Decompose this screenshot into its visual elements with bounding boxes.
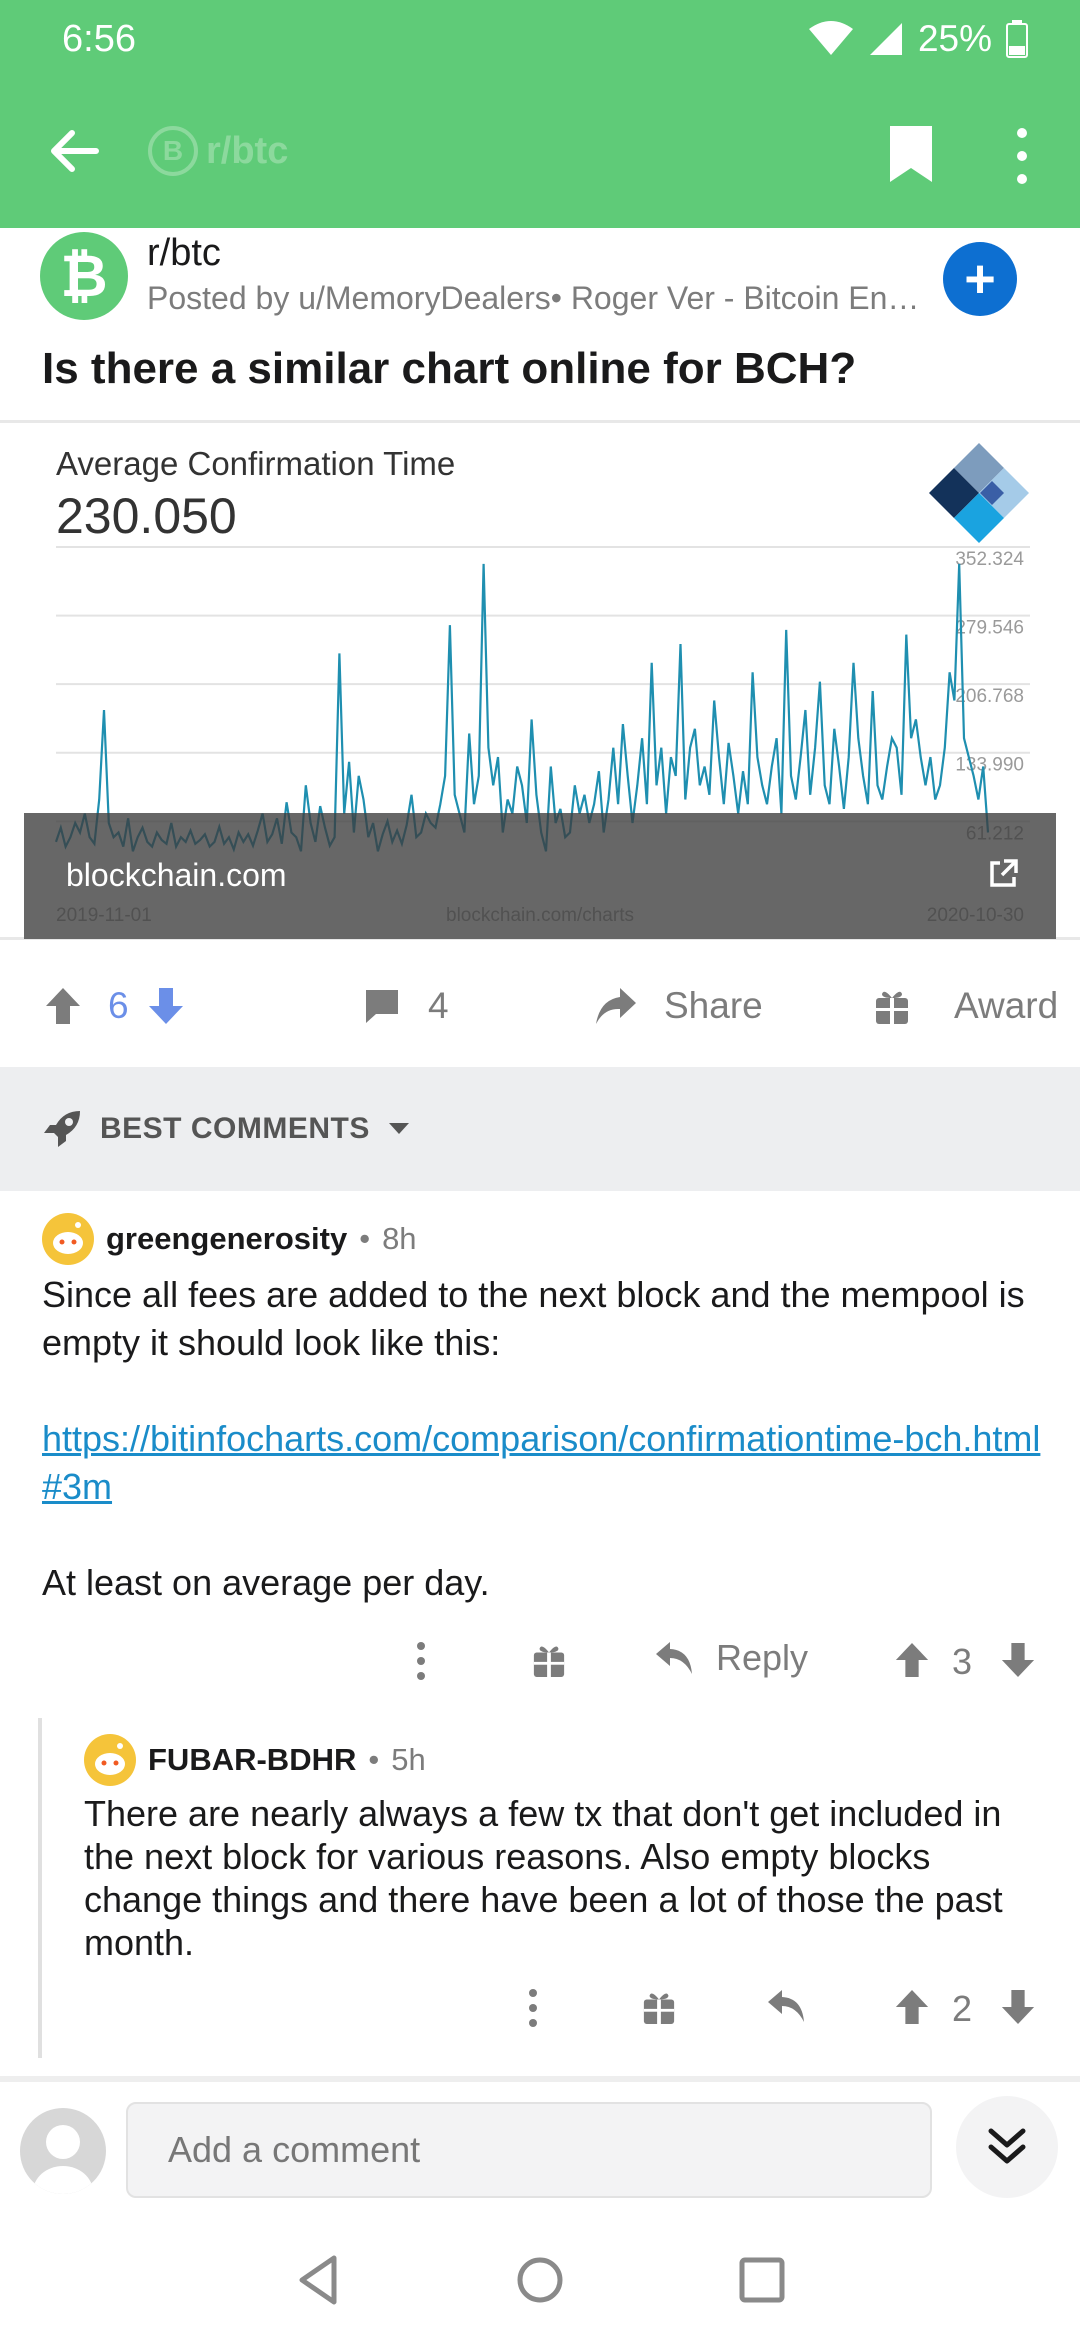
avatar[interactable] <box>42 1213 94 1265</box>
comment-header: FUBAR-BDHR • 5h <box>84 1734 426 1786</box>
comment-compose-bar: Add a comment <box>0 2082 1080 2230</box>
subreddit-icon[interactable]: ₿ <box>40 232 128 320</box>
signal-icon <box>869 23 902 55</box>
comment-score: 2 <box>952 1988 973 2029</box>
comment-actions: 2 <box>60 1980 1080 2040</box>
post-image[interactable]: 61.212133.990206.768279.546352.3242019-1… <box>0 420 1080 940</box>
reply-icon[interactable] <box>766 1988 806 2024</box>
reply-button[interactable]: Reply <box>654 1637 808 1679</box>
comment-time: 5h <box>391 1742 426 1777</box>
jump-next-button[interactable] <box>956 2096 1058 2198</box>
post-score: 6 <box>108 985 129 1026</box>
comment-text: Since all fees are added to the next blo… <box>42 1274 1025 1363</box>
status-time: 6:56 <box>62 18 136 60</box>
chevron-down-icon <box>388 1123 409 1134</box>
comments-button[interactable]: 4 <box>362 985 449 1027</box>
comment-author[interactable]: FUBAR-BDHR <box>148 1742 356 1778</box>
downvote-icon[interactable] <box>1000 1641 1036 1679</box>
comments-count: 4 <box>428 985 449 1026</box>
subreddit-badge-icon: B <box>148 126 198 176</box>
nav-back-icon[interactable] <box>290 2250 350 2310</box>
battery-percent: 25% <box>917 18 992 59</box>
post-actions: 6 4 Share Award <box>0 955 1080 1065</box>
comment-link[interactable]: https://bitinfocharts.com/comparison/con… <box>42 1415 1052 1511</box>
upvote-icon[interactable] <box>894 1641 930 1679</box>
comment-author[interactable]: greengenerosity <box>106 1221 347 1257</box>
chart-tick-label: 206.768 <box>955 686 1024 707</box>
comment: greengenerosity • 8h Since all fees are … <box>0 1191 1080 1711</box>
chart-image: 61.212133.990206.768279.546352.3242019-1… <box>24 423 1056 939</box>
comment-body: Since all fees are added to the next blo… <box>42 1271 1052 1607</box>
comment-header: greengenerosity • 8h <box>42 1213 417 1265</box>
toolbar-subreddit-name: r/btc <box>206 129 289 172</box>
more-options-icon[interactable] <box>416 1641 426 1681</box>
external-link-icon <box>990 859 1018 887</box>
chart-series-line <box>54 563 990 853</box>
chart-tick-label: 352.324 <box>955 549 1024 570</box>
rocket-icon <box>44 1111 80 1147</box>
post-title: Is there a similar chart online for BCH? <box>42 344 857 393</box>
award-button[interactable]: Award <box>874 985 1058 1027</box>
comment-icon <box>366 990 398 1023</box>
link-domain: blockchain.com <box>66 857 287 893</box>
downvote-icon[interactable] <box>1000 1988 1036 2026</box>
chart-tick-label: 279.546 <box>955 618 1024 639</box>
snoo-avatar-icon <box>95 1743 125 1775</box>
chart-tick-label: 133.990 <box>955 755 1024 776</box>
gift-icon[interactable] <box>642 1988 676 2026</box>
more-options-icon[interactable] <box>528 1988 538 2028</box>
join-button[interactable]: + <box>943 242 1017 316</box>
system-nav-bar <box>0 2230 1080 2340</box>
downvote-icon[interactable] <box>147 986 185 1026</box>
comment-sort-bar[interactable]: BEST COMMENTS <box>0 1067 1080 1191</box>
sort-selector[interactable]: BEST COMMENTS <box>42 1109 410 1149</box>
bookmark-icon[interactable] <box>886 124 936 184</box>
share-icon <box>596 988 636 1024</box>
battery-icon <box>1006 20 1028 58</box>
gift-icon[interactable] <box>532 1641 566 1679</box>
back-button[interactable] <box>42 118 108 184</box>
arrow-left-icon <box>51 130 99 172</box>
comment-body: There are nearly always a few tx that do… <box>84 1793 1003 1963</box>
subreddit-name[interactable]: r/btc <box>147 232 221 275</box>
snoo-avatar-icon <box>53 1222 83 1254</box>
post-meta[interactable]: Posted by u/MemoryDealers• Roger Ver - B… <box>147 280 927 317</box>
chart-value: 230.050 <box>56 488 237 544</box>
comment-time: 8h <box>382 1221 417 1256</box>
meta-separator: • <box>368 1742 380 1777</box>
share-button[interactable]: Share <box>594 985 763 1027</box>
comment-text: At least on average per day. <box>42 1562 490 1603</box>
comment-score: 3 <box>952 1641 973 1682</box>
reply-icon <box>656 1642 692 1674</box>
chart-label: Average Confirmation Time <box>56 445 456 482</box>
double-chevron-down-icon <box>988 2128 1026 2164</box>
award-label: Award <box>954 985 1059 1026</box>
toolbar-subreddit: B r/btc <box>148 126 288 176</box>
wifi-icon <box>808 21 853 55</box>
more-options-button[interactable] <box>1000 124 1044 188</box>
blockchain-logo-icon <box>929 443 1029 543</box>
gift-icon <box>876 991 908 1024</box>
avatar[interactable] <box>84 1734 136 1786</box>
share-label: Share <box>664 985 763 1026</box>
comment: FUBAR-BDHR • 5h There are nearly always … <box>60 1718 1080 2068</box>
meta-separator: • <box>359 1221 371 1256</box>
link-preview-overlay[interactable]: blockchain.com <box>24 813 1056 939</box>
nav-home-icon[interactable] <box>510 2250 570 2310</box>
thread-line <box>38 1718 42 2058</box>
app-toolbar: 6:56 25% B r/btc <box>0 0 1080 228</box>
user-avatar-icon <box>33 2125 93 2194</box>
post-header: ₿ r/btc Posted by u/MemoryDealers• Roger… <box>0 228 1080 408</box>
comment-actions: Reply 3 <box>0 1633 1080 1693</box>
comment-input[interactable]: Add a comment <box>126 2102 932 2198</box>
screen: 6:56 25% B r/btc ₿ r/btc Posted by u/Mem… <box>0 0 1080 2340</box>
vote-group: 6 <box>44 985 185 1027</box>
nav-recents-icon[interactable] <box>732 2250 792 2310</box>
sort-label: BEST COMMENTS <box>100 1112 370 1145</box>
user-avatar[interactable] <box>20 2108 106 2194</box>
upvote-icon[interactable] <box>44 986 82 1026</box>
reply-label: Reply <box>716 1637 809 1678</box>
upvote-icon[interactable] <box>894 1988 930 2026</box>
status-icons: 25% <box>808 18 1028 60</box>
